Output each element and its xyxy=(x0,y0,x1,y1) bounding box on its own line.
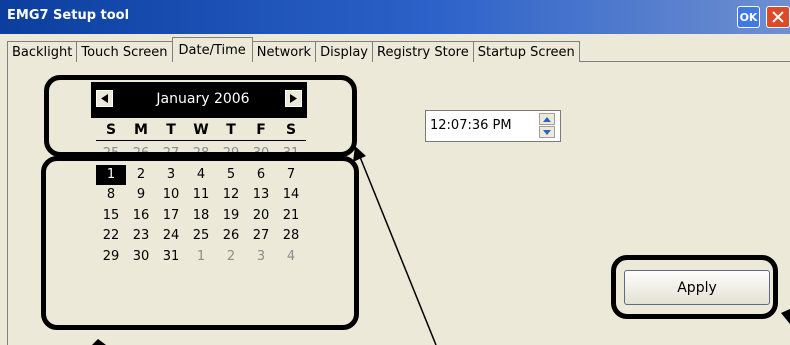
callout-arrow-line xyxy=(357,151,437,345)
callout-arrowhead xyxy=(92,339,106,345)
callout-arrowhead xyxy=(781,309,790,324)
callout-arrows xyxy=(92,146,790,345)
tab-date-time[interactable]: Date/Time xyxy=(171,37,253,62)
callout-arrowhead xyxy=(353,146,366,162)
